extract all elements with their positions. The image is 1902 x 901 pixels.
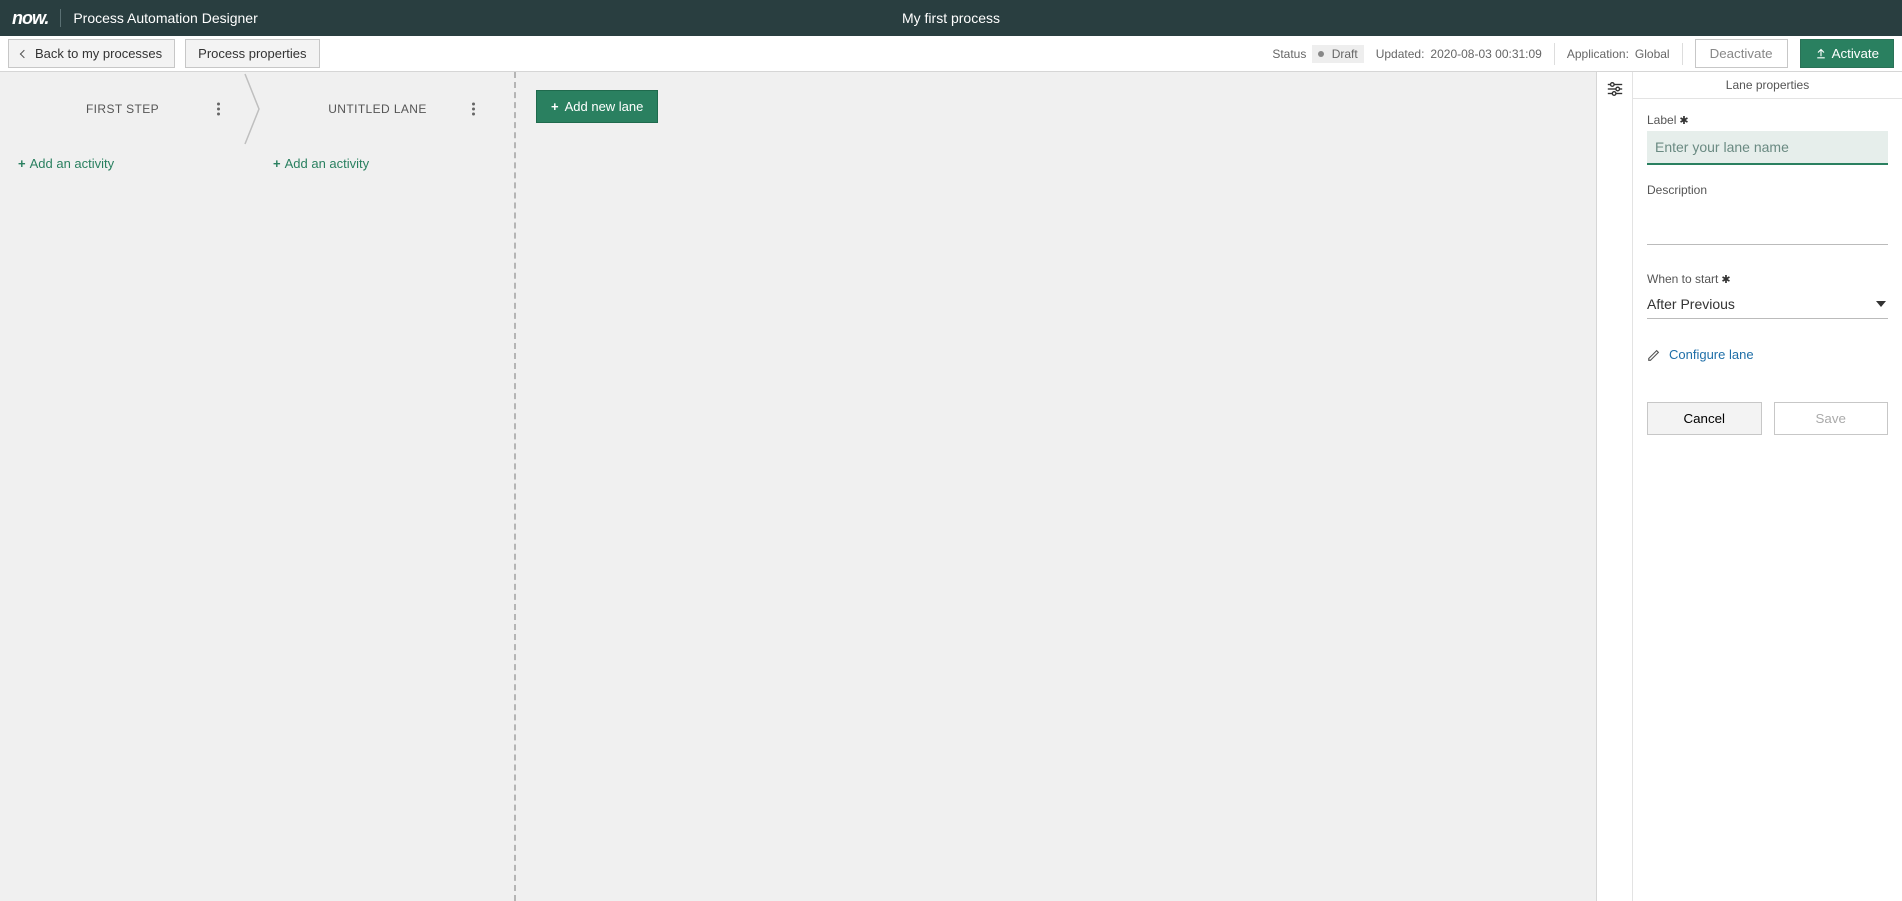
canvas[interactable]: FIRST STEP + Add an activity [0,72,1596,901]
application-value: Global [1635,47,1670,61]
panel-title: Lane properties [1633,72,1902,99]
panel-tabs [1597,72,1633,901]
status-dot-icon [1318,51,1324,57]
lane-label-input[interactable] [1647,131,1888,165]
deactivate-button[interactable]: Deactivate [1695,39,1788,68]
chevron-left-icon [20,49,28,57]
when-to-start-value: After Previous [1647,296,1735,312]
lane-title: FIRST STEP [86,102,159,116]
application-label: Application: [1567,47,1629,61]
publish-icon [1815,48,1827,60]
status-badge: Draft [1312,45,1363,63]
when-field-label: When to start ✱ [1647,272,1888,286]
label-field-label: Label ✱ [1647,113,1888,127]
configure-lane-label: Configure lane [1669,347,1754,362]
sub-bar: Back to my processes Process properties … [0,36,1902,72]
add-lane-label: Add new lane [565,99,644,114]
activate-button[interactable]: Activate [1800,39,1894,68]
status-value: Draft [1332,47,1358,61]
cancel-button[interactable]: Cancel [1647,402,1762,435]
lane-title: UNTITLED LANE [328,102,427,116]
main-area: FIRST STEP + Add an activity [0,72,1902,901]
app-logo: now. [12,8,48,29]
add-lane-button[interactable]: + Add new lane [536,90,658,123]
when-to-start-select[interactable]: After Previous [1647,290,1888,319]
description-field-label: Description [1647,183,1888,197]
lane-column[interactable]: FIRST STEP + Add an activity [0,72,255,901]
back-button-label: Back to my processes [35,46,162,61]
deactivate-label: Deactivate [1710,46,1773,61]
required-icon: ✱ [1721,273,1730,286]
separator [1682,43,1683,65]
process-title: My first process [902,10,1000,26]
updated-value: 2020-08-03 00:31:09 [1430,47,1541,61]
top-bar: now. Process Automation Designer My firs… [0,0,1902,36]
process-properties-label: Process properties [198,46,306,61]
plus-icon: + [273,156,281,171]
plus-icon: + [551,99,559,114]
add-activity-button[interactable]: + Add an activity [273,156,369,171]
add-activity-button[interactable]: + Add an activity [18,156,114,171]
caret-down-icon [1876,301,1886,307]
back-button[interactable]: Back to my processes [8,39,175,68]
lane-column[interactable]: UNTITLED LANE + Add an activity [255,72,510,901]
activate-label: Activate [1832,46,1879,61]
lane-header[interactable]: UNTITLED LANE [255,72,510,146]
configure-lane-link[interactable]: Configure lane [1647,347,1754,362]
add-activity-label: Add an activity [285,156,370,171]
lane-header[interactable]: FIRST STEP [0,72,255,146]
updated-info: Updated: 2020-08-03 00:31:09 [1376,47,1542,61]
separator [1554,43,1555,65]
properties-panel: Lane properties Label ✱ Description When… [1596,72,1902,901]
required-icon: ✱ [1679,114,1688,127]
save-label: Save [1816,411,1846,426]
process-properties-button[interactable]: Process properties [185,39,319,68]
settings-sliders-icon[interactable] [1606,80,1624,98]
divider [60,9,61,27]
save-button[interactable]: Save [1774,402,1889,435]
application-info: Application: Global [1567,47,1670,61]
lane-menu-button[interactable] [217,101,220,118]
status-info: Status Draft [1272,45,1363,63]
add-activity-label: Add an activity [30,156,115,171]
updated-label: Updated: [1376,47,1425,61]
pencil-icon [1647,348,1661,362]
app-name: Process Automation Designer [73,10,257,26]
plus-icon: + [18,156,26,171]
lane-description-input[interactable] [1647,201,1888,245]
lane-divider [514,72,516,901]
status-label: Status [1272,47,1306,61]
lane-menu-button[interactable] [472,101,475,118]
cancel-label: Cancel [1684,411,1726,426]
